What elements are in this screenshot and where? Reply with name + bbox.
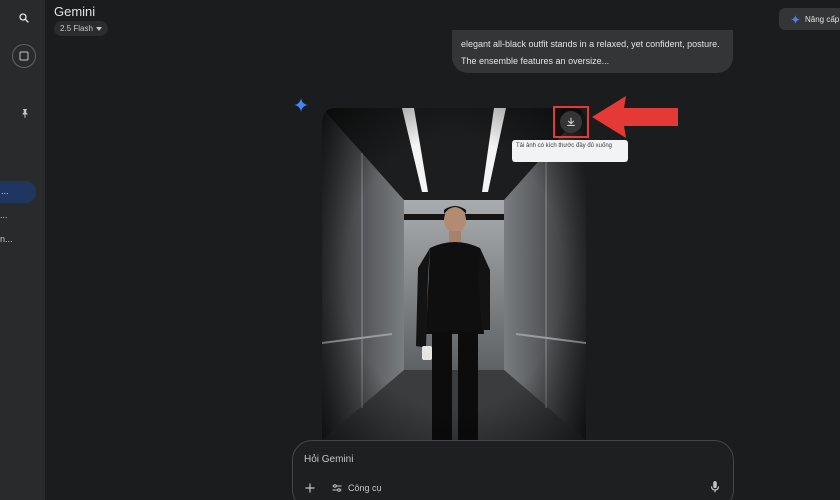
prompt-box: Công cụ xyxy=(292,440,734,500)
gemini-spark-icon xyxy=(294,98,308,112)
tools-label: Công cụ xyxy=(348,483,382,493)
pin-icon xyxy=(22,109,28,118)
plus-icon xyxy=(305,483,315,493)
app-title: Gemini xyxy=(54,4,96,19)
pin-button[interactable] xyxy=(18,106,32,120)
mic-icon xyxy=(710,481,720,493)
new-chat-button[interactable] xyxy=(12,44,36,68)
annotation-arrow-icon xyxy=(592,96,678,138)
recent-chat-item[interactable]: ... xyxy=(0,210,40,220)
download-tooltip: Tải ảnh có kích thước đầy đủ xuống xyxy=(512,140,628,162)
caret-down-icon xyxy=(95,26,102,31)
mic-button[interactable] xyxy=(709,480,723,496)
new-chat-icon xyxy=(19,51,29,61)
add-button[interactable] xyxy=(303,481,317,495)
recent-chat-item[interactable]: n... xyxy=(0,234,40,244)
search-button[interactable] xyxy=(14,8,34,28)
model-selector[interactable]: 2.5 Flash xyxy=(54,21,108,36)
model-label: 2.5 Flash xyxy=(60,24,93,33)
upgrade-button[interactable]: Nâng cấp xyxy=(779,8,840,30)
prompt-input[interactable] xyxy=(304,451,684,467)
highlight-box xyxy=(553,106,589,138)
sidebar: ... ... n... xyxy=(0,0,45,500)
tools-icon xyxy=(332,484,342,492)
user-message: elegant all-black outfit stands in a rel… xyxy=(452,30,733,73)
spark-icon xyxy=(791,14,800,24)
search-icon xyxy=(19,13,29,23)
tools-button[interactable]: Công cụ xyxy=(331,481,382,495)
upgrade-label: Nâng cấp xyxy=(805,14,840,24)
recent-chat-item[interactable]: ... xyxy=(0,181,36,203)
